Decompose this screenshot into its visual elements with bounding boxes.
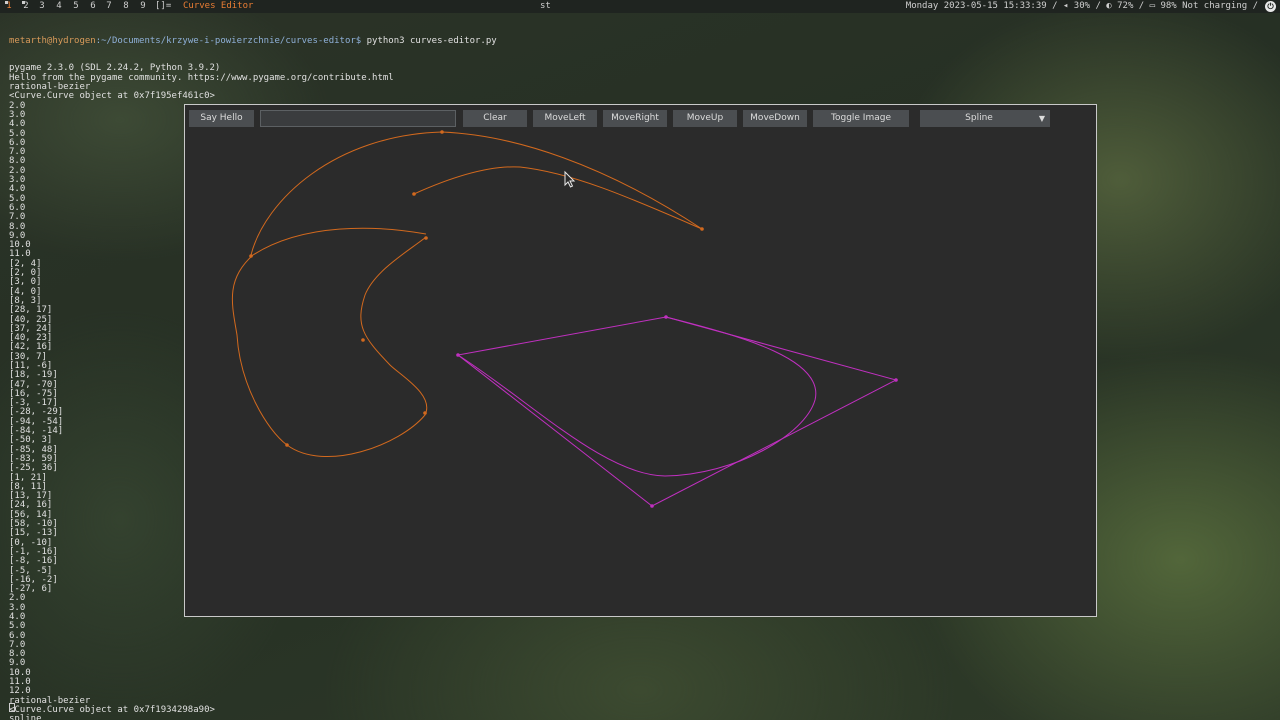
control-point[interactable]	[700, 227, 704, 231]
prompt-user: metarth@hydrogen	[9, 35, 96, 46]
terminal-line: 5.0	[9, 621, 26, 632]
say-hello-button[interactable]: Say Hello	[189, 110, 254, 127]
terminal-line: 10.0	[9, 667, 31, 678]
control-point[interactable]	[456, 353, 460, 357]
layout-indicator[interactable]: []=	[155, 0, 171, 13]
chevron-down-icon: ▼	[1038, 114, 1045, 123]
move-up-button[interactable]: MoveUp	[673, 110, 737, 127]
control-point[interactable]	[423, 411, 427, 415]
orange-control-points[interactable]	[249, 130, 704, 447]
move-left-button[interactable]: MoveLeft	[533, 110, 597, 127]
magenta-control-polygon	[456, 316, 898, 507]
control-point[interactable]	[361, 338, 365, 342]
status-bar: 123456789 []= Curves Editor st Monday 20…	[0, 0, 1280, 13]
move-down-button[interactable]: MoveDown	[743, 110, 807, 127]
control-point[interactable]	[650, 504, 654, 508]
power-icon[interactable]: ⏻	[1265, 1, 1276, 12]
terminal-line: 8.0	[9, 649, 26, 660]
move-right-button[interactable]: MoveRight	[603, 110, 667, 127]
control-point[interactable]	[285, 443, 289, 447]
clear-button[interactable]: Clear	[463, 110, 527, 127]
terminal-cursor	[9, 703, 15, 712]
orange-curve-arc	[413, 166, 703, 230]
terminal-line: <Curve.Curve object at 0x7f195ef461c0>	[9, 91, 215, 102]
workspace-tag-6[interactable]: 6	[88, 0, 98, 13]
curve-type-dropdown[interactable]: Spline ▼	[920, 110, 1050, 127]
workspace-tag-7[interactable]: 7	[104, 0, 114, 13]
terminal-line: 9.0	[9, 658, 26, 669]
drawing-canvas[interactable]	[185, 105, 1096, 616]
dropdown-selected-value: Spline	[965, 113, 993, 123]
workspace-tag-5[interactable]: 5	[71, 0, 81, 13]
terminal-line: 6.0	[9, 630, 26, 641]
workspace-tag-3[interactable]: 3	[37, 0, 47, 13]
magenta-control-points[interactable]	[456, 315, 898, 508]
system-info: Monday 2023-05-15 15:33:39 / ◂ 30% / ◐ 7…	[905, 1, 1258, 11]
control-point[interactable]	[249, 254, 253, 258]
workspace-tag-2[interactable]: 2	[21, 0, 31, 13]
terminal-line: Hello from the pygame community. https:/…	[9, 72, 394, 83]
terminal-line: 11.0	[9, 677, 31, 688]
text-input[interactable]	[260, 110, 456, 127]
workspace-tag-8[interactable]: 8	[121, 0, 131, 13]
prompt-path: :~/Documents/krzywe-i-powierzchnie/curve…	[95, 35, 362, 46]
terminal-line: 7.0	[9, 639, 26, 650]
toolbar: Say Hello Clear MoveLeft MoveRight MoveU…	[185, 105, 1096, 135]
mouse-pointer-icon	[564, 170, 576, 188]
curves-editor-window: Say Hello Clear MoveLeft MoveRight MoveU…	[184, 104, 1097, 617]
terminal-line: 12.0	[9, 686, 31, 697]
shell-prompt: metarth@hydrogen:~/Documents/krzywe-i-po…	[9, 35, 609, 46]
focused-window-title: Curves Editor	[183, 1, 254, 11]
control-point[interactable]	[424, 236, 428, 240]
control-point[interactable]	[664, 315, 668, 319]
toggle-image-button[interactable]: Toggle Image	[813, 110, 909, 127]
terminal-line: <Curve.Curve object at 0x7f1934298a90>	[9, 704, 215, 715]
workspace-tag-9[interactable]: 9	[138, 0, 148, 13]
workspace-tag-1[interactable]: 1	[4, 0, 14, 13]
terminal-line: spline	[9, 714, 42, 720]
terminal-title: st	[540, 1, 551, 11]
orange-curve-loop	[231, 227, 428, 458]
prompt-command: python3 curves-editor.py	[361, 35, 497, 46]
control-point[interactable]	[894, 378, 898, 382]
workspace-tag-4[interactable]: 4	[54, 0, 64, 13]
control-point[interactable]	[412, 192, 416, 196]
